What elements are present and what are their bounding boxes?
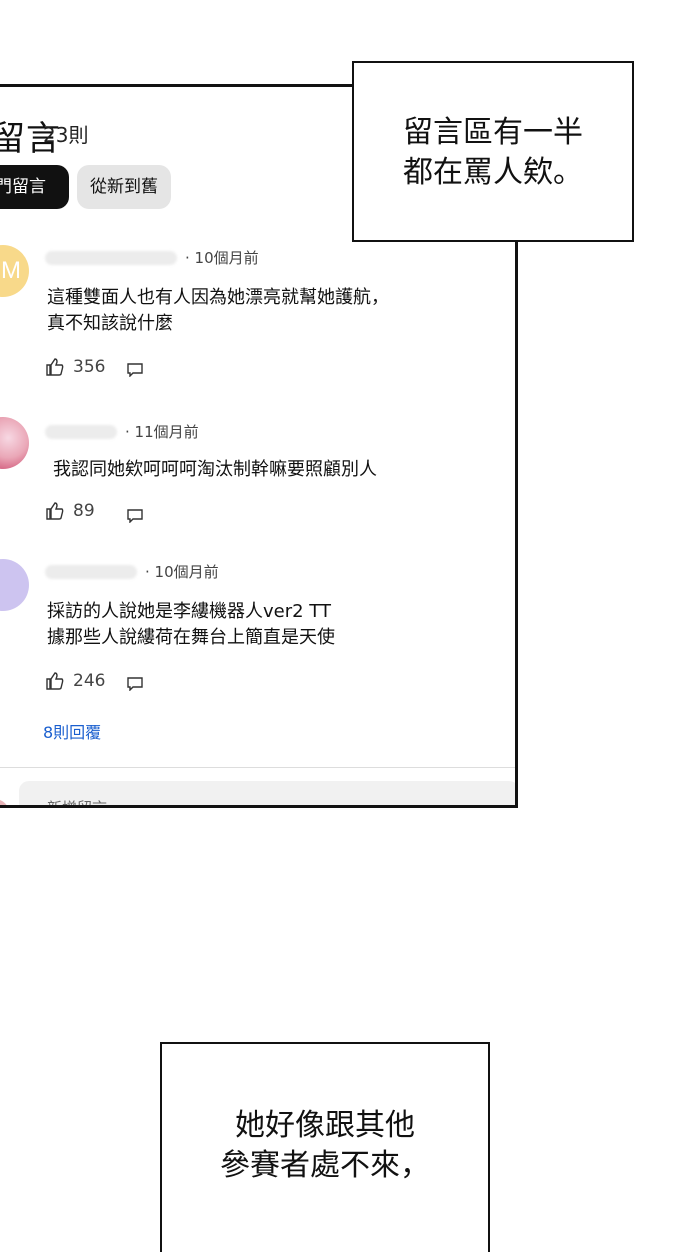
avatar[interactable] (0, 417, 29, 469)
like-count: 89 (73, 501, 95, 521)
reply-icon[interactable] (127, 363, 143, 377)
comment-text: 這種雙面人也有人因為她漂亮就幫她護航， 真不知該說什麼 (47, 287, 389, 334)
divider (0, 767, 515, 768)
comment-count: 23則 (43, 123, 89, 147)
view-replies-link[interactable]: 8則回覆 (43, 719, 101, 743)
thumbs-up-icon (46, 502, 64, 520)
like-button[interactable]: 356 (45, 357, 105, 377)
thumbs-up-icon (46, 358, 64, 376)
like-button[interactable]: 89 (45, 501, 95, 521)
reply-icon[interactable] (127, 509, 143, 523)
blurred-username[interactable] (45, 565, 137, 579)
caption-box-bottom: 她好像跟其他 參賽者處不來， (160, 1042, 490, 1252)
comment-time: · 11個月前 (125, 423, 199, 441)
chip-top-comments[interactable]: 門留言 (0, 165, 69, 209)
like-count: 246 (73, 671, 106, 691)
comment-time: · 10個月前 (145, 563, 219, 581)
blurred-username[interactable] (45, 425, 117, 439)
avatar-letter: M (1, 257, 21, 284)
comment-text: 我認同她欸呵呵呵淘汰制幹嘛要照顧別人 (53, 459, 377, 480)
avatar[interactable]: M (0, 245, 29, 297)
add-comment-placeholder: 新增留言... (47, 799, 122, 808)
thumbs-up-icon (46, 672, 64, 690)
like-count: 356 (73, 357, 106, 377)
chip-newest-first[interactable]: 從新到舊 (77, 165, 171, 209)
avatar[interactable] (0, 559, 29, 611)
caption-box-top: 留言區有一半 都在罵人欸。 (352, 61, 634, 242)
like-button[interactable]: 246 (45, 671, 105, 691)
reply-icon[interactable] (127, 677, 143, 691)
comment-text: 採訪的人說她是李縷機器人ver2 TT 據那些人說縷荷在舞台上簡直是天使 (47, 601, 335, 648)
blurred-username[interactable] (45, 251, 177, 265)
comment-time: · 10個月前 (185, 249, 259, 267)
user-avatar (0, 799, 9, 805)
